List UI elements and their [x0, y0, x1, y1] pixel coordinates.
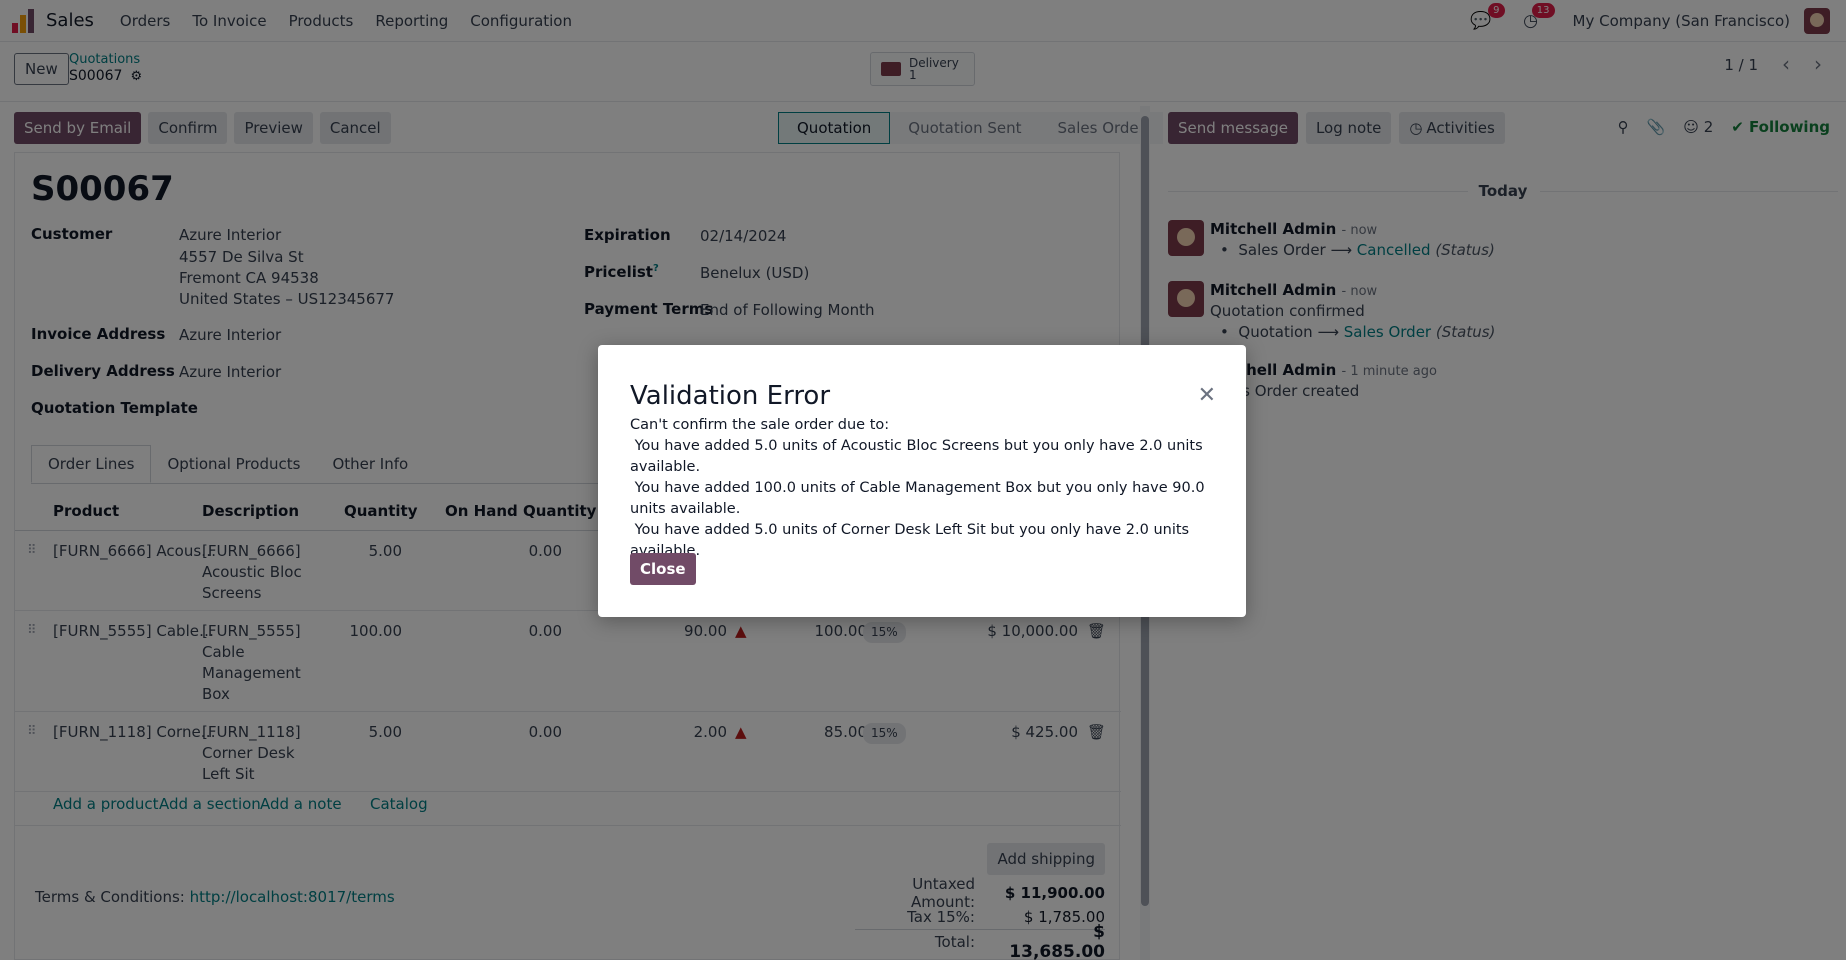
- error-line: You have added 5.0 units of Corner Desk …: [630, 522, 1194, 559]
- dialog-title: Validation Error: [630, 381, 831, 411]
- error-line: You have added 5.0 units of Acoustic Blo…: [630, 438, 1208, 475]
- close-button[interactable]: Close: [630, 553, 696, 585]
- validation-error-dialog: Validation Error ✕ Can't confirm the sal…: [598, 345, 1246, 617]
- close-icon[interactable]: ✕: [1198, 383, 1216, 408]
- error-line: You have added 100.0 units of Cable Mana…: [630, 480, 1210, 517]
- dialog-body: Can't confirm the sale order due to: You…: [630, 415, 1220, 562]
- error-intro: Can't confirm the sale order due to:: [630, 417, 890, 433]
